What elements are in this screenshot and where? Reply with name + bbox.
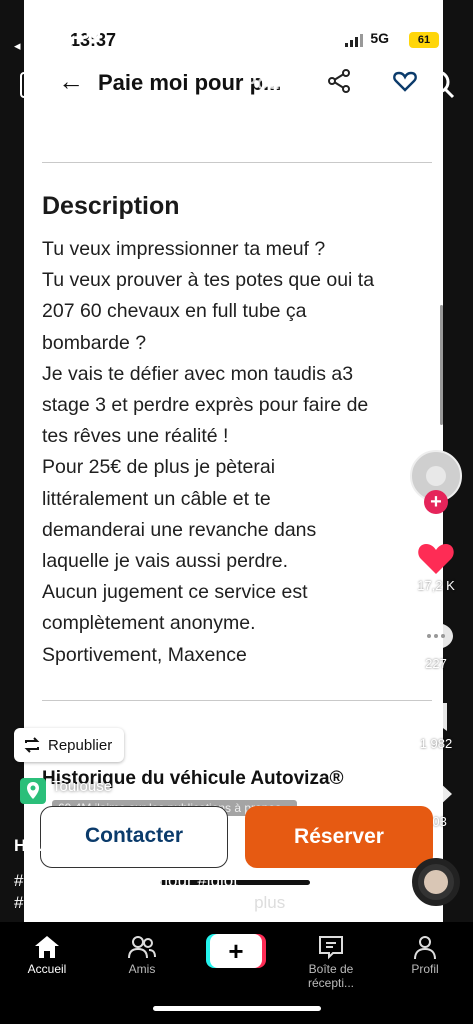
description-body: Tu veux impressionner ta meuf ? Tu veux … — [42, 234, 432, 671]
tab-home[interactable]: Accueil — [2, 932, 92, 976]
favorite-heart-icon — [393, 71, 417, 92]
description-line: Tu veux prouver à tes potes que oui ta — [42, 269, 375, 292]
description-line: laquelle je vais aussi perdre. — [42, 550, 289, 573]
bookmark-icon[interactable] — [422, 700, 450, 734]
tab-inbox[interactable]: Boîte de récepti... — [285, 932, 377, 990]
tab-friends[interactable]: Amis — [97, 932, 187, 976]
description-line: demanderai une revanche dans — [42, 518, 317, 541]
tab-inbox-label: Boîte de récepti... — [307, 962, 355, 990]
back-arrow-icon: ← — [58, 66, 84, 96]
contact-button[interactable]: Contacter — [40, 806, 228, 868]
description-line: bombarde ? — [42, 331, 147, 354]
description-heading: Description — [42, 192, 180, 220]
tab-home-label: Accueil — [27, 962, 67, 976]
caption-line: #rigolo #funny #humour #idiot — [14, 871, 238, 890]
comment-icon[interactable] — [416, 620, 456, 656]
description-line: Tu veux impressionner ta meuf ? — [42, 238, 326, 260]
description-line: 207 60 chevaux en full tube ça — [42, 300, 307, 323]
friends-icon — [128, 936, 156, 959]
repost-icon — [24, 737, 40, 753]
description-line: complètement anonyme. — [42, 612, 256, 635]
share-icon — [328, 69, 350, 93]
battery-icon: 61 — [409, 32, 439, 48]
book-button[interactable]: Réserver — [245, 806, 433, 868]
profile-icon — [414, 936, 436, 960]
caption-line: #meilleureannonceleboncoin ... — [14, 893, 250, 912]
tab-profile[interactable]: Profil — [380, 932, 470, 976]
repost-button[interactable]: Republier — [14, 728, 125, 762]
divider — [42, 162, 432, 163]
follow-plus-icon[interactable]: + — [424, 490, 448, 514]
repost-label: Republier — [48, 736, 113, 754]
inbox-icon — [319, 936, 343, 960]
listing-header: ← Paie moi pour p... Pour toi — [24, 60, 443, 104]
description-line: stage 3 et perdre exprès pour faire de — [42, 394, 369, 417]
divider — [42, 700, 432, 701]
create-button[interactable]: + — [210, 934, 262, 968]
description-line: tes rêves une réalité ! — [42, 425, 229, 448]
network-label: 5G — [370, 30, 389, 46]
description-line: Je vais te défier avec mon taudis a3 — [42, 362, 354, 385]
search-icon[interactable] — [424, 68, 456, 100]
location-pin-icon — [20, 778, 46, 804]
signal-icon — [345, 34, 363, 47]
description-line: Pour 25€ de plus je pèterai — [42, 456, 276, 479]
like-count: 17,2 K — [417, 578, 455, 593]
comment-count: 227 — [425, 656, 447, 671]
like-heart-icon[interactable] — [416, 540, 456, 576]
save-count: 1 982 — [419, 736, 453, 751]
scrollbar — [440, 305, 443, 425]
back-to-app-link[interactable]: ◂ Musique — [14, 38, 73, 54]
author-name[interactable]: Hous — [14, 836, 57, 856]
description-line: Aucun jugement ce service est — [42, 581, 308, 604]
description-line: littéralement un câble et te — [42, 487, 271, 510]
description-line: Sportivement, Maxence — [42, 643, 247, 666]
tab-profile-label: Profil — [411, 962, 439, 976]
tab-for-you[interactable]: Pour toi — [244, 73, 316, 95]
music-disc-icon[interactable] — [412, 858, 460, 906]
tab-friends-label: Amis — [128, 962, 156, 976]
post-caption[interactable]: #rigolo #funny #humour #idiot #meilleure… — [14, 870, 285, 914]
location-name: Toulouse — [52, 778, 113, 795]
more-link[interactable]: plus — [254, 893, 285, 912]
home-icon — [35, 936, 59, 958]
home-indicator — [153, 1006, 321, 1011]
